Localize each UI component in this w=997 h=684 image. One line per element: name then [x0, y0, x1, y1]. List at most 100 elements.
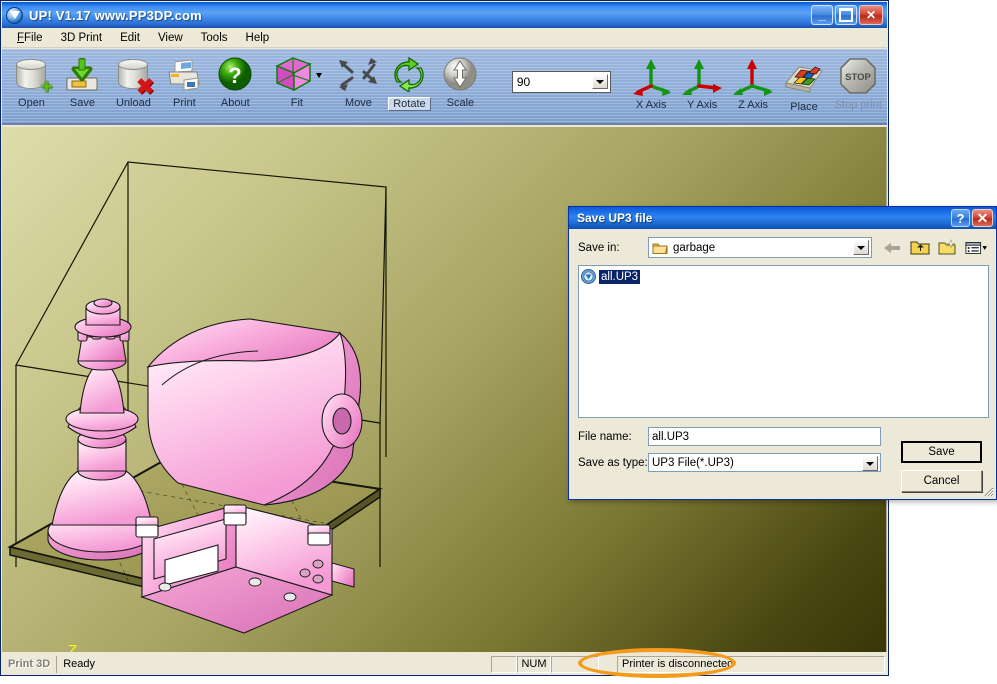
menu-item-3d-print[interactable]: 3D Print: [52, 30, 112, 46]
capsule-model: [146, 318, 363, 506]
close-button[interactable]: ✕: [859, 5, 883, 25]
new-folder-icon[interactable]: [937, 238, 959, 258]
toolbar-button-print[interactable]: Print: [159, 49, 210, 121]
menu-item-tools[interactable]: Tools: [192, 30, 237, 46]
toolbar-label-z-axis: Z Axis: [738, 99, 769, 111]
up-logo-icon: [6, 6, 23, 24]
save-in-chevron-down-icon[interactable]: [853, 240, 869, 255]
floppy-down-arrow-icon: [61, 53, 103, 95]
svg-text:Z: Z: [68, 642, 77, 652]
up-folder-icon[interactable]: [909, 238, 931, 258]
file-list[interactable]: all.UP3: [578, 265, 989, 418]
z-axis-icon: [732, 55, 774, 97]
save-as-type-combo[interactable]: UP3 File(*.UP3): [648, 453, 881, 472]
close-icon: ✕: [865, 8, 877, 22]
green-question-icon: ?: [214, 53, 256, 95]
minimize-icon: _: [818, 7, 826, 22]
svg-text:?: ?: [229, 63, 242, 88]
menu-label-3d-print: 3D Print: [60, 31, 103, 44]
views-icon[interactable]: [965, 238, 987, 258]
axis-gizmo: Z Y: [68, 642, 77, 652]
back-arrow-icon[interactable]: [881, 238, 903, 258]
toolbar-button-open[interactable]: + Open: [6, 49, 57, 121]
toolbar-label-print: Print: [173, 97, 196, 109]
toolbar-label-about: About: [220, 97, 250, 109]
status-bar: Print 3D Ready NUM Printer is disconnect…: [2, 653, 887, 675]
maximize-button[interactable]: [835, 5, 857, 25]
toolbar-button-rotate[interactable]: Rotate: [384, 49, 435, 121]
toolbar-button-about[interactable]: ? About: [210, 49, 261, 121]
status-pane-scrl: [551, 655, 599, 673]
toolbar-button-x-axis[interactable]: X Axis: [626, 49, 677, 121]
dialog-nav-icons: [881, 238, 987, 258]
dialog-title-bar: Save UP3 file ? ✕: [569, 207, 996, 229]
dialog-close-button[interactable]: ✕: [972, 209, 993, 227]
toolbar-button-unload[interactable]: ✖ Unload: [108, 49, 159, 121]
toolbar-label-place: Place: [790, 101, 818, 113]
file-name-value: all.UP3: [652, 430, 690, 443]
chevron-down-icon[interactable]: [591, 74, 608, 89]
dialog-body: Save in: garbage all.UP3 File name: all.…: [569, 229, 996, 472]
minimize-button[interactable]: _: [811, 5, 833, 25]
toolbar-label-stop-print: Stop print: [834, 99, 882, 111]
menu-label-edit: Edit: [120, 31, 140, 44]
menu-bar: FFile 3D Print Edit View Tools Help: [2, 28, 887, 48]
save-as-type-value: UP3 File(*.UP3): [652, 456, 734, 469]
menu-item-file[interactable]: FFile: [8, 30, 52, 46]
menu-item-view[interactable]: View: [149, 30, 192, 46]
printer-icon: [163, 53, 205, 95]
save-as-type-caption: Save as type:: [578, 456, 648, 469]
toolbar-button-fit[interactable]: Fit: [268, 49, 325, 121]
toolbar-button-stop-print[interactable]: STOP Stop print: [830, 49, 887, 121]
toolbar-label-scale: Scale: [446, 97, 475, 109]
cylinder-cross-icon: ✖: [112, 53, 154, 98]
stop-sign-icon: STOP: [837, 55, 879, 97]
menu-label-view: View: [157, 31, 183, 44]
window-title: UP! V1.17 www.PP3DP.com: [29, 7, 202, 23]
status-pane-num: NUM: [517, 655, 551, 673]
file-name-input[interactable]: all.UP3: [648, 427, 881, 446]
menu-item-edit[interactable]: Edit: [111, 30, 149, 46]
save-in-label: Save in:: [578, 241, 620, 254]
help-button[interactable]: ?: [951, 209, 970, 227]
status-ready-text: Ready: [56, 655, 99, 673]
folder-icon: [652, 243, 668, 254]
toolbar-label-open: Open: [18, 97, 45, 109]
four-arrows-icon: [337, 53, 379, 95]
toolbar-label-y-axis: Y Axis: [686, 99, 718, 111]
status-pane-caps: [491, 655, 517, 673]
menu-item-help[interactable]: Help: [237, 30, 279, 46]
window-controls: _ ✕: [811, 5, 885, 25]
save-in-combo[interactable]: garbage: [648, 237, 872, 258]
list-item[interactable]: all.UP3: [581, 268, 641, 285]
status-print-3d-button[interactable]: Print 3D: [4, 656, 56, 673]
toolbar-label-fit: Fit: [290, 97, 303, 109]
toolbar-button-save[interactable]: Save: [57, 49, 108, 121]
save-as-type-chevron-down-icon[interactable]: [862, 456, 878, 471]
rotation-angle-combo-wrap: 90: [511, 71, 611, 93]
y-axis-icon: [681, 55, 723, 97]
toolbar-button-place[interactable]: Place: [779, 49, 830, 121]
status-pane-extra: [599, 656, 617, 673]
z-axis-indicator: Z: [68, 642, 77, 652]
toolbar-label-save: Save: [69, 97, 95, 109]
toolbar-button-scale[interactable]: Scale: [435, 49, 486, 121]
status-printer-message: Printer is disconnected: [617, 655, 885, 673]
up3-file-icon: [581, 269, 596, 284]
cancel-button[interactable]: Cancel: [901, 470, 982, 492]
toolbar-button-move[interactable]: Move: [333, 49, 384, 121]
toolbar: + Open Save ✖ Unload Print ? About Fit M…: [2, 49, 887, 125]
save-button[interactable]: Save: [901, 441, 982, 463]
menu-label-help: Help: [245, 31, 270, 44]
menu-label-file: File: [24, 31, 43, 44]
svg-text:STOP: STOP: [845, 72, 871, 83]
toolbar-button-y-axis[interactable]: Y Axis: [677, 49, 728, 121]
rotation-angle-combo[interactable]: 90: [511, 71, 611, 93]
save-up3-file-dialog[interactable]: Save UP3 file ? ✕ Save in: garbage all.U…: [568, 206, 997, 500]
toolbar-label-move: Move: [345, 97, 372, 109]
resize-grip[interactable]: [982, 485, 994, 497]
rotation-angle-value: 90: [516, 75, 531, 89]
save-in-row: Save in: garbage: [578, 237, 987, 258]
toolbar-button-z-axis[interactable]: Z Axis: [728, 49, 779, 121]
menu-label-tools: Tools: [200, 31, 228, 44]
